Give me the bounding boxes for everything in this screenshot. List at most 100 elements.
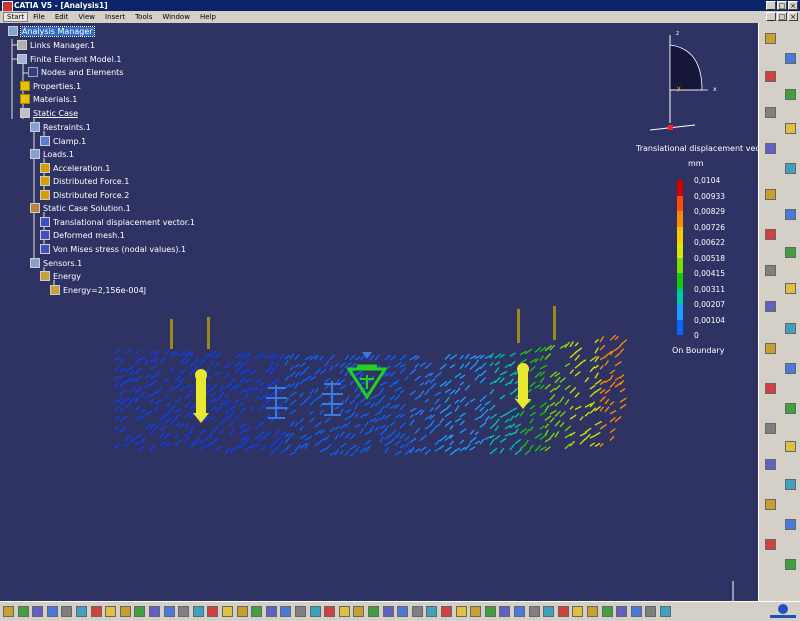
toolbar-tool-icon[interactable] (765, 71, 776, 82)
toolbar-tool-icon[interactable] (765, 143, 776, 154)
menu-file[interactable]: File (28, 13, 50, 21)
doc-restore-button[interactable]: □ (777, 12, 787, 21)
toolbar-tool-icon[interactable] (785, 323, 796, 334)
toolbar-tool-icon[interactable] (397, 606, 409, 617)
toolbar-tool-icon[interactable] (484, 606, 496, 617)
toolbar-tool-icon[interactable] (785, 363, 796, 374)
displacement-vector (189, 412, 195, 418)
menu-window[interactable]: Window (157, 13, 195, 21)
toolbar-tool-icon[interactable] (660, 606, 671, 617)
toolbar-tool-icon[interactable] (470, 606, 482, 617)
menu-edit[interactable]: Edit (50, 13, 74, 21)
displacement-vector (554, 372, 561, 377)
toolbar-tool-icon[interactable] (630, 606, 642, 617)
toolbar-tool-icon[interactable] (765, 499, 776, 510)
toolbar-tool-icon[interactable] (645, 606, 657, 617)
menu-tools[interactable]: Tools (130, 13, 157, 21)
toolbar-tool-icon[interactable] (178, 606, 190, 617)
toolbar-tool-icon[interactable] (265, 606, 277, 617)
toolbar-tool-icon[interactable] (785, 247, 796, 258)
maximize-button[interactable]: □ (777, 1, 787, 10)
toolbar-tool-icon[interactable] (441, 606, 452, 617)
toolbar-tool-icon[interactable] (785, 123, 796, 134)
toolbar-tool-icon[interactable] (528, 606, 540, 617)
toolbar-tool-icon[interactable] (280, 606, 292, 617)
toolbar-tool-icon[interactable] (514, 606, 525, 617)
toolbar-tool-icon[interactable] (765, 383, 776, 394)
displacement-vector (549, 432, 555, 439)
toolbar-tool-icon[interactable] (499, 606, 511, 617)
toolbar-tool-icon[interactable] (543, 606, 555, 617)
toolbar-tool-icon[interactable] (785, 559, 796, 570)
toolbar-tool-icon[interactable] (119, 606, 131, 617)
toolbar-tool-icon[interactable] (324, 606, 336, 617)
toolbar-tool-icon[interactable] (338, 606, 350, 617)
displacement-vector (149, 429, 155, 436)
toolbar-tool-icon[interactable] (105, 606, 117, 617)
toolbar-tool-icon[interactable] (455, 606, 467, 617)
displacement-vector (434, 439, 441, 446)
displacement-vector (489, 447, 498, 455)
toolbar-tool-icon[interactable] (785, 479, 796, 490)
toolbar-tool-icon[interactable] (353, 606, 365, 617)
toolbar-tool-icon[interactable] (557, 606, 569, 617)
toolbar-tool-icon[interactable] (765, 459, 776, 470)
displacement-vector (489, 362, 494, 367)
toolbar-tool-icon[interactable] (765, 423, 776, 434)
toolbar-tool-icon[interactable] (785, 441, 796, 452)
model-displacement-vectors[interactable] (0, 23, 758, 601)
toolbar-tool-icon[interactable] (134, 606, 146, 617)
toolbar-tool-icon[interactable] (236, 606, 248, 617)
toolbar-tool-icon[interactable] (17, 606, 29, 617)
toolbar-tool-icon[interactable] (765, 229, 776, 240)
toolbar-tool-icon[interactable] (411, 606, 423, 617)
toolbar-tool-icon[interactable] (163, 606, 175, 617)
menu-insert[interactable]: Insert (100, 13, 130, 21)
toolbar-tool-icon[interactable] (368, 606, 379, 617)
toolbar-tool-icon[interactable] (222, 606, 233, 617)
minimize-button[interactable]: _ (766, 1, 776, 10)
menu-start[interactable]: Start (3, 12, 29, 22)
toolbar-tool-icon[interactable] (426, 606, 438, 617)
toolbar-tool-icon[interactable] (765, 343, 776, 354)
toolbar-tool-icon[interactable] (76, 606, 87, 617)
toolbar-tool-icon[interactable] (765, 189, 776, 200)
toolbar-tool-icon[interactable] (587, 606, 598, 617)
toolbar-tool-icon[interactable] (46, 606, 58, 617)
displacement-vector (354, 403, 359, 410)
toolbar-tool-icon[interactable] (90, 606, 102, 617)
doc-minimize-button[interactable]: _ (766, 12, 776, 21)
menu-view[interactable]: View (73, 13, 100, 21)
toolbar-tool-icon[interactable] (601, 606, 613, 617)
toolbar-tool-icon[interactable] (61, 606, 73, 617)
toolbar-tool-icon[interactable] (572, 606, 584, 617)
toolbar-tool-icon[interactable] (765, 539, 776, 550)
toolbar-tool-icon[interactable] (382, 606, 394, 617)
toolbar-tool-icon[interactable] (765, 33, 776, 44)
toolbar-tool-icon[interactable] (616, 606, 628, 617)
toolbar-tool-icon[interactable] (309, 606, 321, 617)
toolbar-tool-icon[interactable] (785, 163, 796, 174)
doc-close-button[interactable]: × (788, 12, 798, 21)
toolbar-tool-icon[interactable] (3, 606, 14, 617)
toolbar-tool-icon[interactable] (785, 53, 796, 64)
toolbar-tool-icon[interactable] (192, 606, 204, 617)
close-button[interactable]: × (788, 1, 798, 10)
menu-help[interactable]: Help (195, 13, 221, 21)
toolbar-tool-icon[interactable] (785, 89, 796, 100)
toolbar-tool-icon[interactable] (785, 403, 796, 414)
toolbar-tool-icon[interactable] (207, 606, 219, 617)
toolbar-tool-icon[interactable] (149, 606, 160, 617)
toolbar-tool-icon[interactable] (765, 107, 776, 118)
displacement-vector (409, 407, 417, 412)
toolbar-tool-icon[interactable] (295, 606, 306, 617)
toolbar-tool-icon[interactable] (785, 519, 796, 530)
toolbar-tool-icon[interactable] (765, 301, 776, 312)
displacement-vector (389, 371, 396, 378)
toolbar-tool-icon[interactable] (785, 283, 796, 294)
toolbar-tool-icon[interactable] (765, 265, 776, 276)
displacement-vector (544, 415, 552, 421)
toolbar-tool-icon[interactable] (785, 209, 796, 220)
toolbar-tool-icon[interactable] (251, 606, 263, 617)
toolbar-tool-icon[interactable] (32, 606, 44, 617)
